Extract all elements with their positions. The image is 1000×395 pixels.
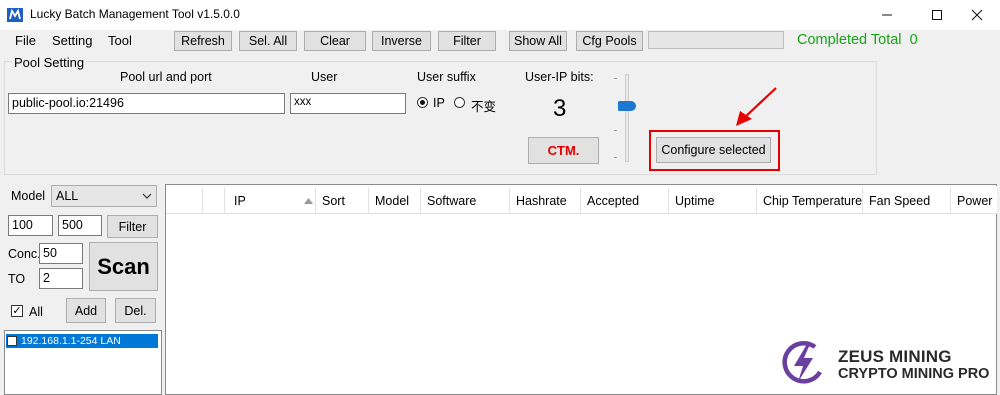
completed-total-status: Completed Total 0 bbox=[797, 32, 918, 48]
column-separator bbox=[420, 187, 421, 213]
column-separator bbox=[202, 187, 203, 213]
pool-setting-title: Pool Setting bbox=[12, 55, 87, 70]
timeout-label: TO bbox=[8, 272, 26, 286]
user-label: User bbox=[311, 70, 338, 84]
column-header-hashrate[interactable]: Hashrate bbox=[516, 194, 567, 208]
column-separator bbox=[668, 187, 669, 213]
watermark-line1: ZEUS MINING bbox=[838, 347, 952, 366]
column-header-model[interactable]: Model bbox=[375, 194, 409, 208]
ip-range-checkbox[interactable] bbox=[7, 336, 17, 346]
range-to-input[interactable]: 500 bbox=[58, 215, 102, 236]
range-from-input[interactable]: 100 bbox=[8, 215, 53, 236]
column-header-chip-temperature[interactable]: Chip Temperature bbox=[763, 194, 862, 208]
model-select[interactable]: ALL bbox=[51, 185, 157, 207]
model-label: Model bbox=[11, 189, 46, 203]
close-icon bbox=[971, 9, 983, 21]
inverse-button[interactable]: Inverse bbox=[372, 31, 431, 51]
select-all-button[interactable]: Sel. All bbox=[239, 31, 297, 51]
slider-tick bbox=[614, 157, 617, 158]
show-all-button[interactable]: Show All bbox=[509, 31, 567, 51]
filter-range-button[interactable]: Filter bbox=[107, 215, 158, 238]
column-header-uptime[interactable]: Uptime bbox=[675, 194, 715, 208]
add-button[interactable]: Add bbox=[66, 298, 106, 323]
scan-button[interactable]: Scan bbox=[89, 242, 158, 291]
minimize-icon bbox=[882, 14, 892, 16]
refresh-button[interactable]: Refresh bbox=[174, 31, 232, 51]
column-header-accepted[interactable]: Accepted bbox=[587, 194, 639, 208]
user-input[interactable]: xxx bbox=[290, 93, 406, 114]
ip-range-label: 192.168.1.1-254 LAN bbox=[21, 335, 121, 347]
column-separator bbox=[580, 187, 581, 213]
pool-url-input[interactable]: public-pool.io:21496 bbox=[8, 93, 285, 114]
column-header-ip[interactable]: IP bbox=[234, 194, 246, 208]
column-header-power[interactable]: Power bbox=[957, 194, 992, 208]
all-label: All bbox=[29, 305, 43, 319]
timeout-input[interactable]: 2 bbox=[39, 268, 83, 289]
column-separator bbox=[224, 187, 225, 213]
suffix-unchanged-radio[interactable] bbox=[454, 97, 465, 108]
maximize-icon bbox=[932, 10, 942, 20]
user-ip-bits-label: User-IP bits: bbox=[525, 70, 594, 84]
minimize-button[interactable] bbox=[864, 0, 910, 30]
annotation-arrow-icon bbox=[736, 87, 777, 126]
menu-tool[interactable]: Tool bbox=[108, 33, 132, 48]
concurrency-label: Conc. bbox=[8, 247, 41, 261]
filter-button[interactable]: Filter bbox=[438, 31, 496, 51]
clear-button[interactable]: Clear bbox=[304, 31, 366, 51]
watermark-line2: CRYPTO MINING PRO bbox=[838, 366, 990, 382]
app-logo-icon bbox=[7, 8, 23, 22]
bits-slider-thumb[interactable] bbox=[618, 101, 636, 111]
column-header-fan-speed[interactable]: Fan Speed bbox=[869, 194, 930, 208]
suffix-ip-radio[interactable] bbox=[417, 97, 428, 108]
sort-ascending-icon bbox=[304, 198, 313, 204]
menu-file[interactable]: File bbox=[15, 33, 36, 48]
concurrency-input[interactable]: 50 bbox=[39, 243, 83, 264]
user-suffix-label: User suffix bbox=[417, 70, 476, 84]
slider-tick bbox=[614, 130, 617, 131]
column-separator bbox=[509, 187, 510, 213]
delete-button[interactable]: Del. bbox=[115, 298, 156, 323]
slider-tick bbox=[614, 78, 617, 79]
user-ip-bits-value: 3 bbox=[553, 95, 567, 122]
column-header-sort[interactable]: Sort bbox=[322, 194, 345, 208]
cfg-pools-button[interactable]: Cfg Pools bbox=[576, 31, 643, 51]
all-checkbox[interactable]: ✓ bbox=[11, 305, 23, 317]
column-separator bbox=[950, 187, 951, 213]
progress-bar bbox=[648, 31, 784, 49]
close-button[interactable] bbox=[954, 0, 1000, 30]
model-select-value: ALL bbox=[56, 189, 79, 203]
chevron-down-icon bbox=[142, 193, 152, 199]
column-separator bbox=[756, 187, 757, 213]
bits-slider-track[interactable] bbox=[625, 74, 629, 162]
ctm-button[interactable]: CTM. bbox=[528, 137, 599, 164]
suffix-unchanged-label: 不变 bbox=[471, 100, 497, 114]
pool-url-label: Pool url and port bbox=[120, 70, 212, 84]
column-separator bbox=[315, 187, 316, 213]
menu-setting[interactable]: Setting bbox=[52, 33, 92, 48]
column-separator bbox=[862, 187, 863, 213]
window-title: Lucky Batch Management Tool v1.5.0.0 bbox=[30, 7, 240, 21]
suffix-ip-label: IP bbox=[433, 96, 445, 110]
column-header-software[interactable]: Software bbox=[427, 194, 476, 208]
zeus-mining-logo-icon bbox=[782, 341, 822, 384]
ip-range-item[interactable]: 192.168.1.1-254 LAN bbox=[6, 334, 158, 348]
highlight-box bbox=[649, 130, 780, 171]
column-separator bbox=[368, 187, 369, 213]
